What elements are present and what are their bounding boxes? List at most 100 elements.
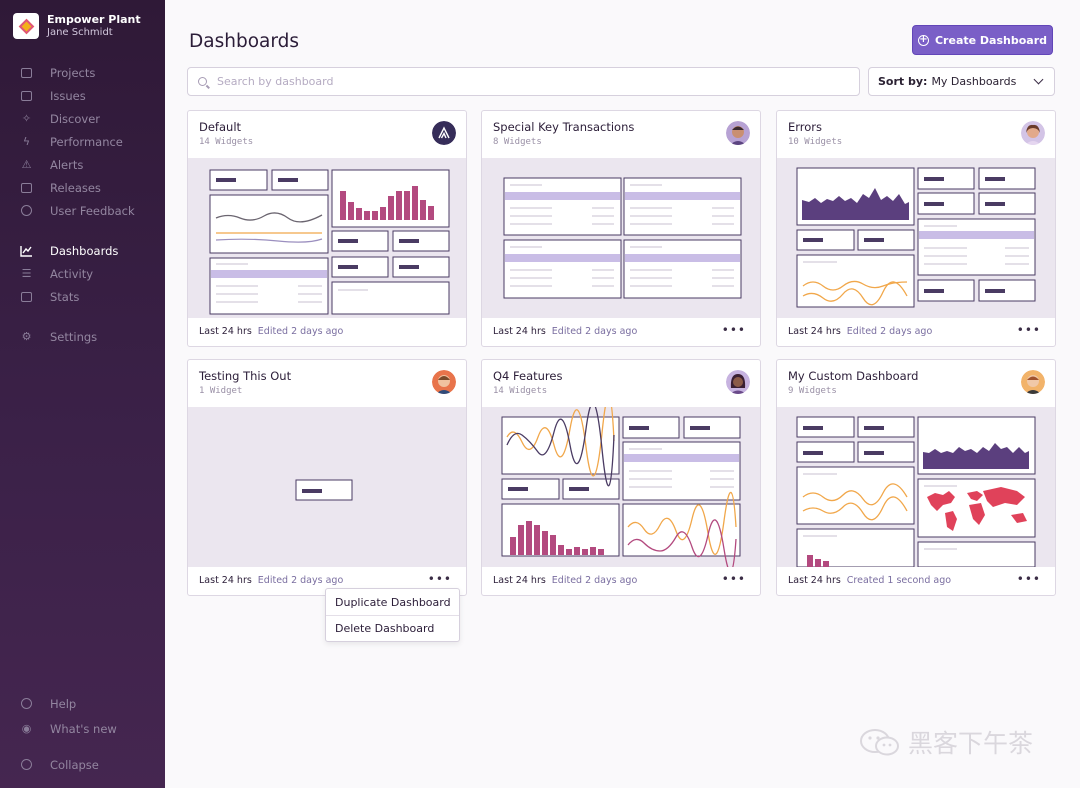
widget-count: 9 Widgets — [788, 386, 837, 396]
chevron-down-icon — [1033, 74, 1044, 85]
dashboard-title: My Custom Dashboard — [788, 369, 919, 383]
time-range: Last 24 hrs — [199, 326, 252, 337]
sort-value: My Dashboards — [931, 75, 1017, 88]
sidebar-item-issues[interactable]: Issues — [0, 84, 165, 107]
sidebar-item-label: Projects — [50, 65, 96, 80]
sidebar-item-whats-new[interactable]: ◉ What's new — [0, 717, 165, 740]
dashboards-icon — [20, 244, 33, 257]
nav-primary: Projects Issues ✧ Discover ϟ Performance… — [0, 61, 165, 222]
sidebar-item-discover[interactable]: ✧ Discover — [0, 107, 165, 130]
sidebar-item-label: Releases — [50, 180, 101, 195]
time-range: Last 24 hrs — [493, 326, 546, 337]
user-avatar — [1021, 370, 1045, 394]
time-range: Last 24 hrs — [788, 326, 841, 337]
dashboard-card[interactable]: Default 14 Widgets Last 24 hrs Edited 2 … — [187, 110, 467, 347]
sidebar-item-label: Settings — [50, 329, 98, 344]
dashboard-title: Default — [199, 120, 242, 134]
sidebar-item-label: User Feedback — [50, 203, 135, 218]
search-icon — [198, 77, 207, 86]
releases-icon — [20, 181, 33, 194]
sidebar-item-label: Stats — [50, 289, 80, 304]
edited-time: Edited 2 days ago — [257, 326, 344, 337]
dashboard-card[interactable]: Special Key Transactions 8 Widgets Last … — [481, 110, 761, 347]
delete-dashboard-menu-item[interactable]: Delete Dashboard — [326, 615, 459, 641]
activity-icon: ☰ — [21, 267, 32, 280]
dashboard-preview — [482, 407, 760, 567]
sidebar: Empower Plant Jane Schmidt Projects Issu… — [0, 0, 165, 788]
sidebar-item-collapse[interactable]: Collapse — [0, 753, 165, 776]
dashboard-card[interactable]: My Custom Dashboard 9 Widgets Last 24 hr… — [776, 359, 1056, 596]
plus-icon: + — [917, 33, 929, 46]
create-dashboard-label: Create Dashboard — [934, 33, 1047, 47]
sidebar-item-label: What's new — [50, 721, 117, 736]
user-avatar — [1021, 121, 1045, 145]
dashboard-card[interactable]: Errors 10 Widgets Last 24 hrs Edited 2 d… — [776, 110, 1056, 347]
dashboard-preview — [777, 158, 1055, 318]
collapse-icon — [20, 758, 33, 771]
dashboard-title: Testing This Out — [199, 369, 292, 383]
sidebar-item-releases[interactable]: Releases — [0, 176, 165, 199]
dashboard-title: Special Key Transactions — [493, 120, 635, 134]
sidebar-item-performance[interactable]: ϟ Performance — [0, 130, 165, 153]
more-options-button[interactable]: ••• — [1017, 323, 1041, 337]
dashboard-preview — [188, 407, 466, 567]
sort-dropdown[interactable]: Sort by: My Dashboards — [868, 67, 1055, 96]
edited-time: Created 1 second ago — [846, 575, 952, 586]
dashboard-card[interactable]: Q4 Features 14 Widgets Last 24 hrs Edite… — [481, 359, 761, 596]
sidebar-item-label: Discover — [50, 111, 101, 126]
broadcast-icon: ◉ — [21, 722, 32, 735]
page-title: Dashboards — [189, 31, 300, 52]
settings-icon: ⚙ — [21, 330, 32, 343]
sidebar-item-help[interactable]: Help — [0, 692, 165, 715]
sidebar-item-label: Help — [50, 696, 77, 711]
widget-count: 1 Widget — [199, 386, 243, 396]
user-avatar — [726, 370, 750, 394]
watermark-text: 黑客下午茶 — [908, 729, 1034, 758]
widget-count: 10 Widgets — [788, 137, 843, 147]
sidebar-item-stats[interactable]: Stats — [0, 285, 165, 308]
nav-bottom: Help ◉ What's new Collapse — [0, 692, 165, 776]
dashboard-title: Q4 Features — [493, 369, 563, 383]
sidebar-item-label: Issues — [50, 88, 86, 103]
sidebar-item-projects[interactable]: Projects — [0, 61, 165, 84]
issues-icon — [20, 89, 33, 102]
sidebar-item-label: Alerts — [50, 157, 84, 172]
search-bar — [187, 67, 860, 96]
dashboard-title: Errors — [788, 120, 823, 134]
search-input[interactable] — [217, 75, 817, 88]
user-avatar — [432, 370, 456, 394]
edited-time: Edited 2 days ago — [551, 326, 638, 337]
sidebar-item-alerts[interactable]: ⚠ Alerts — [0, 153, 165, 176]
widget-count: 14 Widgets — [493, 386, 548, 396]
sidebar-item-label: Collapse — [50, 757, 99, 772]
dashboard-preview — [188, 158, 466, 318]
edited-time: Edited 2 days ago — [846, 326, 933, 337]
more-options-button[interactable]: ••• — [722, 572, 746, 586]
discover-icon: ✧ — [21, 112, 32, 125]
performance-icon: ϟ — [22, 135, 31, 148]
main-content: Dashboards + Create Dashboard Sort by: M… — [165, 0, 1080, 788]
sidebar-item-user-feedback[interactable]: User Feedback — [0, 199, 165, 222]
stats-icon — [20, 290, 33, 303]
time-range: Last 24 hrs — [199, 575, 252, 586]
sidebar-item-dashboards[interactable]: Dashboards — [0, 239, 165, 262]
user-name: Jane Schmidt — [47, 27, 113, 38]
duplicate-dashboard-menu-item[interactable]: Duplicate Dashboard — [326, 589, 459, 615]
more-options-button[interactable]: ••• — [428, 572, 452, 586]
sidebar-item-label: Activity — [50, 266, 94, 281]
dashboard-card[interactable]: Testing This Out 1 Widget Last 24 hrs Ed… — [187, 359, 467, 596]
sidebar-item-label: Dashboards — [50, 243, 119, 258]
more-options-button[interactable]: ••• — [722, 323, 746, 337]
more-options-button[interactable]: ••• — [1017, 572, 1041, 586]
sidebar-item-label: Performance — [50, 134, 123, 149]
nav-secondary: Dashboards ☰ Activity Stats — [0, 239, 165, 308]
user-feedback-icon — [20, 204, 33, 217]
watermark: 黑客下午茶 — [858, 724, 1033, 760]
widget-count: 8 Widgets — [493, 137, 542, 147]
create-dashboard-button[interactable]: + Create Dashboard — [912, 25, 1053, 55]
sidebar-item-settings[interactable]: ⚙ Settings — [0, 325, 165, 348]
sidebar-item-activity[interactable]: ☰ Activity — [0, 262, 165, 285]
dashboard-preview — [482, 158, 760, 318]
org-switcher[interactable]: Empower Plant Jane Schmidt — [13, 13, 141, 39]
chat-bubble-icon — [858, 727, 902, 757]
